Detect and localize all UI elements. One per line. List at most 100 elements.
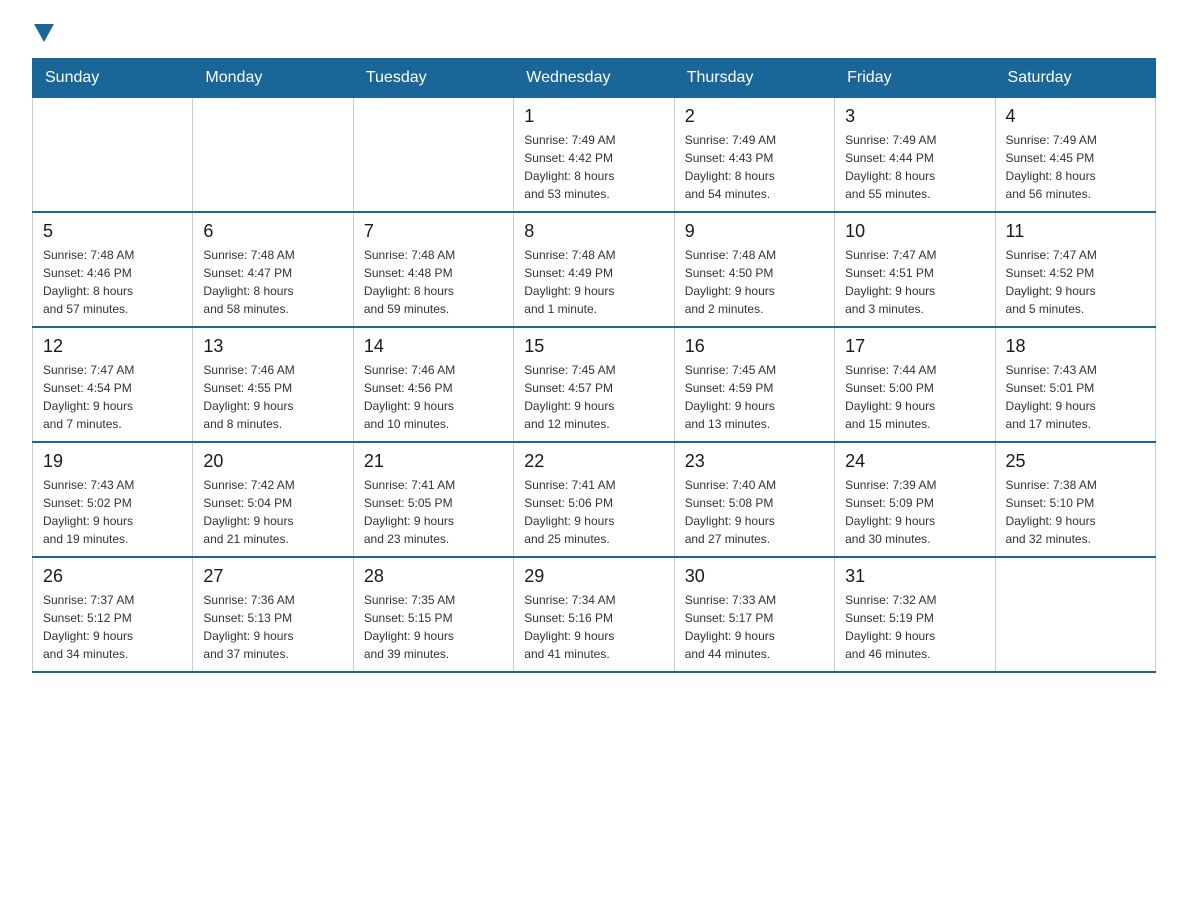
calendar-week-row: 5 Sunrise: 7:48 AM Sunset: 4:46 PM Daylig…	[33, 212, 1156, 327]
day-number: 26	[43, 566, 182, 587]
day-number: 11	[1006, 221, 1145, 242]
day-info: Sunrise: 7:49 AM Sunset: 4:44 PM Dayligh…	[845, 131, 984, 203]
page-header	[32, 24, 1156, 38]
day-info: Sunrise: 7:36 AM Sunset: 5:13 PM Dayligh…	[203, 591, 342, 663]
calendar-cell: 20 Sunrise: 7:42 AM Sunset: 5:04 PM Dayli…	[193, 442, 353, 557]
day-number: 7	[364, 221, 503, 242]
day-header-wednesday: Wednesday	[514, 59, 674, 98]
logo	[32, 24, 54, 38]
calendar-cell: 6 Sunrise: 7:48 AM Sunset: 4:47 PM Daylig…	[193, 212, 353, 327]
day-info: Sunrise: 7:45 AM Sunset: 4:57 PM Dayligh…	[524, 361, 663, 433]
calendar-cell: 11 Sunrise: 7:47 AM Sunset: 4:52 PM Dayli…	[995, 212, 1155, 327]
day-number: 30	[685, 566, 824, 587]
day-info: Sunrise: 7:46 AM Sunset: 4:56 PM Dayligh…	[364, 361, 503, 433]
day-info: Sunrise: 7:48 AM Sunset: 4:49 PM Dayligh…	[524, 246, 663, 318]
day-info: Sunrise: 7:46 AM Sunset: 4:55 PM Dayligh…	[203, 361, 342, 433]
day-header-sunday: Sunday	[33, 59, 193, 98]
day-info: Sunrise: 7:48 AM Sunset: 4:46 PM Dayligh…	[43, 246, 182, 318]
calendar-cell: 13Sunrise: 7:46 AM Sunset: 4:55 PM Dayli…	[193, 327, 353, 442]
day-info: Sunrise: 7:49 AM Sunset: 4:43 PM Dayligh…	[685, 131, 824, 203]
day-info: Sunrise: 7:47 AM Sunset: 4:51 PM Dayligh…	[845, 246, 984, 318]
day-number: 24	[845, 451, 984, 472]
day-info: Sunrise: 7:34 AM Sunset: 5:16 PM Dayligh…	[524, 591, 663, 663]
day-header-thursday: Thursday	[674, 59, 834, 98]
calendar-cell: 28 Sunrise: 7:35 AM Sunset: 5:15 PM Dayli…	[353, 557, 513, 672]
day-number: 17	[845, 336, 984, 357]
day-header-monday: Monday	[193, 59, 353, 98]
day-info: Sunrise: 7:43 AM Sunset: 5:01 PM Dayligh…	[1006, 361, 1145, 433]
day-info: Sunrise: 7:49 AM Sunset: 4:45 PM Dayligh…	[1006, 131, 1145, 203]
day-number: 16	[685, 336, 824, 357]
calendar-cell: 7 Sunrise: 7:48 AM Sunset: 4:48 PM Daylig…	[353, 212, 513, 327]
day-info: Sunrise: 7:42 AM Sunset: 5:04 PM Dayligh…	[203, 476, 342, 548]
calendar-cell: 25 Sunrise: 7:38 AM Sunset: 5:10 PM Dayli…	[995, 442, 1155, 557]
calendar-cell: 24 Sunrise: 7:39 AM Sunset: 5:09 PM Dayli…	[835, 442, 995, 557]
calendar-cell: 8 Sunrise: 7:48 AM Sunset: 4:49 PM Daylig…	[514, 212, 674, 327]
day-number: 10	[845, 221, 984, 242]
day-info: Sunrise: 7:48 AM Sunset: 4:48 PM Dayligh…	[364, 246, 503, 318]
day-info: Sunrise: 7:40 AM Sunset: 5:08 PM Dayligh…	[685, 476, 824, 548]
calendar-cell	[193, 98, 353, 213]
day-info: Sunrise: 7:44 AM Sunset: 5:00 PM Dayligh…	[845, 361, 984, 433]
calendar-cell	[33, 98, 193, 213]
calendar-cell: 2 Sunrise: 7:49 AM Sunset: 4:43 PM Daylig…	[674, 98, 834, 213]
day-number: 14	[364, 336, 503, 357]
calendar-week-row: 19Sunrise: 7:43 AM Sunset: 5:02 PM Dayli…	[33, 442, 1156, 557]
calendar-cell: 5 Sunrise: 7:48 AM Sunset: 4:46 PM Daylig…	[33, 212, 193, 327]
calendar-cell: 30 Sunrise: 7:33 AM Sunset: 5:17 PM Dayli…	[674, 557, 834, 672]
day-number: 22	[524, 451, 663, 472]
day-info: Sunrise: 7:48 AM Sunset: 4:50 PM Dayligh…	[685, 246, 824, 318]
day-number: 28	[364, 566, 503, 587]
day-header-tuesday: Tuesday	[353, 59, 513, 98]
day-info: Sunrise: 7:33 AM Sunset: 5:17 PM Dayligh…	[685, 591, 824, 663]
day-number: 4	[1006, 106, 1145, 127]
day-number: 5	[43, 221, 182, 242]
day-number: 1	[524, 106, 663, 127]
calendar-cell: 12Sunrise: 7:47 AM Sunset: 4:54 PM Dayli…	[33, 327, 193, 442]
day-number: 27	[203, 566, 342, 587]
calendar-cell	[353, 98, 513, 213]
calendar-cell	[995, 557, 1155, 672]
day-info: Sunrise: 7:41 AM Sunset: 5:05 PM Dayligh…	[364, 476, 503, 548]
calendar-cell: 26 Sunrise: 7:37 AM Sunset: 5:12 PM Dayli…	[33, 557, 193, 672]
day-number: 18	[1006, 336, 1145, 357]
day-info: Sunrise: 7:39 AM Sunset: 5:09 PM Dayligh…	[845, 476, 984, 548]
calendar-cell: 14 Sunrise: 7:46 AM Sunset: 4:56 PM Dayli…	[353, 327, 513, 442]
day-header-friday: Friday	[835, 59, 995, 98]
calendar-cell: 21 Sunrise: 7:41 AM Sunset: 5:05 PM Dayli…	[353, 442, 513, 557]
day-number: 2	[685, 106, 824, 127]
calendar-cell: 15Sunrise: 7:45 AM Sunset: 4:57 PM Dayli…	[514, 327, 674, 442]
day-info: Sunrise: 7:49 AM Sunset: 4:42 PM Dayligh…	[524, 131, 663, 203]
day-info: Sunrise: 7:35 AM Sunset: 5:15 PM Dayligh…	[364, 591, 503, 663]
calendar-cell: 3 Sunrise: 7:49 AM Sunset: 4:44 PM Daylig…	[835, 98, 995, 213]
day-info: Sunrise: 7:47 AM Sunset: 4:54 PM Dayligh…	[43, 361, 182, 433]
day-number: 8	[524, 221, 663, 242]
day-info: Sunrise: 7:48 AM Sunset: 4:47 PM Dayligh…	[203, 246, 342, 318]
day-number: 9	[685, 221, 824, 242]
calendar-cell: 9 Sunrise: 7:48 AM Sunset: 4:50 PM Daylig…	[674, 212, 834, 327]
day-info: Sunrise: 7:47 AM Sunset: 4:52 PM Dayligh…	[1006, 246, 1145, 318]
calendar-cell: 4 Sunrise: 7:49 AM Sunset: 4:45 PM Daylig…	[995, 98, 1155, 213]
day-number: 3	[845, 106, 984, 127]
day-info: Sunrise: 7:38 AM Sunset: 5:10 PM Dayligh…	[1006, 476, 1145, 548]
calendar-cell: 27 Sunrise: 7:36 AM Sunset: 5:13 PM Dayli…	[193, 557, 353, 672]
calendar-cell: 1 Sunrise: 7:49 AM Sunset: 4:42 PM Daylig…	[514, 98, 674, 213]
calendar-cell: 16 Sunrise: 7:45 AM Sunset: 4:59 PM Dayli…	[674, 327, 834, 442]
calendar-table: SundayMondayTuesdayWednesdayThursdayFrid…	[32, 58, 1156, 673]
day-number: 20	[203, 451, 342, 472]
calendar-week-row: 26 Sunrise: 7:37 AM Sunset: 5:12 PM Dayli…	[33, 557, 1156, 672]
day-info: Sunrise: 7:32 AM Sunset: 5:19 PM Dayligh…	[845, 591, 984, 663]
calendar-cell: 17 Sunrise: 7:44 AM Sunset: 5:00 PM Dayli…	[835, 327, 995, 442]
calendar-week-row: 12Sunrise: 7:47 AM Sunset: 4:54 PM Dayli…	[33, 327, 1156, 442]
day-number: 25	[1006, 451, 1145, 472]
day-info: Sunrise: 7:37 AM Sunset: 5:12 PM Dayligh…	[43, 591, 182, 663]
calendar-header-row: SundayMondayTuesdayWednesdayThursdayFrid…	[33, 59, 1156, 98]
calendar-cell: 31Sunrise: 7:32 AM Sunset: 5:19 PM Dayli…	[835, 557, 995, 672]
day-number: 6	[203, 221, 342, 242]
day-header-saturday: Saturday	[995, 59, 1155, 98]
day-number: 21	[364, 451, 503, 472]
day-info: Sunrise: 7:43 AM Sunset: 5:02 PM Dayligh…	[43, 476, 182, 548]
calendar-cell: 10 Sunrise: 7:47 AM Sunset: 4:51 PM Dayli…	[835, 212, 995, 327]
day-info: Sunrise: 7:45 AM Sunset: 4:59 PM Dayligh…	[685, 361, 824, 433]
calendar-week-row: 1 Sunrise: 7:49 AM Sunset: 4:42 PM Daylig…	[33, 98, 1156, 213]
